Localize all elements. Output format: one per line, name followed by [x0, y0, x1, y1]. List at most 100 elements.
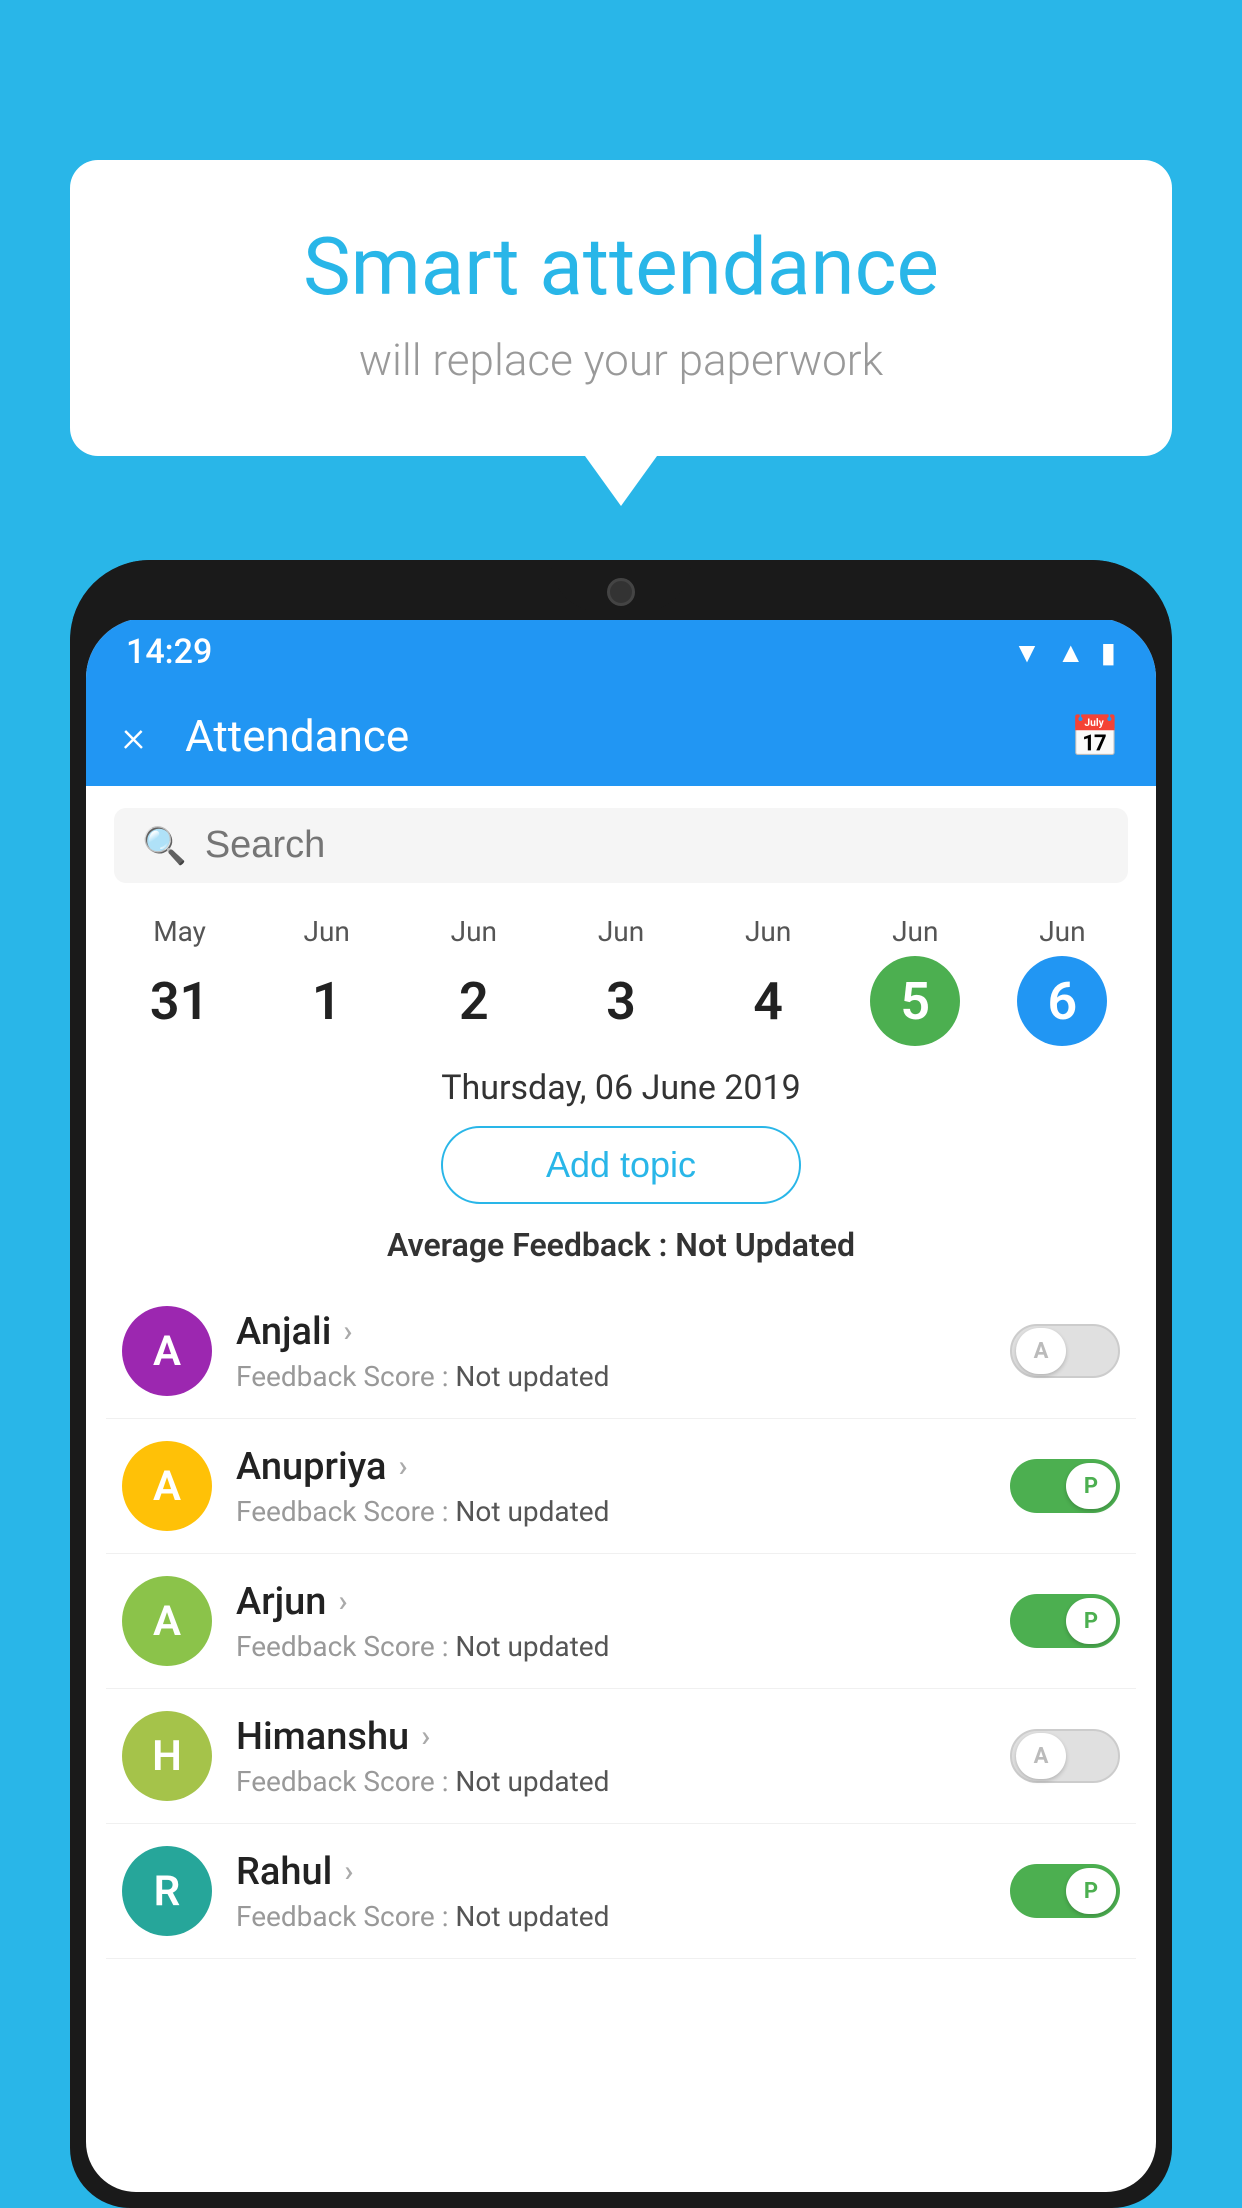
student-feedback: Feedback Score : Not updated [236, 1630, 986, 1663]
battery-icon: ▮ [1101, 636, 1116, 669]
add-topic-button[interactable]: Add topic [441, 1126, 801, 1204]
calendar-icon[interactable]: 📅 [1070, 713, 1120, 760]
chevron-right-icon: › [398, 1449, 407, 1484]
student-item: A Anupriya › Feedback Score : Not updated P [106, 1419, 1136, 1554]
toggle-switch[interactable]: P [1010, 1594, 1120, 1648]
date-number[interactable]: 1 [282, 956, 372, 1046]
student-name[interactable]: Arjun › [236, 1580, 986, 1624]
date-number[interactable]: 4 [723, 956, 813, 1046]
student-info: Arjun › Feedback Score : Not updated [236, 1580, 986, 1663]
speech-bubble-tail [585, 456, 657, 506]
close-button[interactable]: × [122, 714, 145, 758]
date-item[interactable]: Jun 5 [842, 915, 989, 1046]
date-item[interactable]: Jun 2 [400, 915, 547, 1046]
avatar: H [122, 1711, 212, 1801]
average-feedback: Average Feedback : Not Updated [86, 1226, 1156, 1284]
attendance-toggle[interactable]: P [1010, 1594, 1120, 1648]
attendance-toggle[interactable]: P [1010, 1459, 1120, 1513]
toggle-switch[interactable]: A [1010, 1729, 1120, 1783]
date-month: Jun [892, 915, 938, 948]
date-picker: May 31 Jun 1 Jun 2 Jun 3 Jun 4 Jun 5 Jun 6 [86, 905, 1156, 1056]
average-feedback-value: Not Updated [675, 1226, 855, 1264]
toggle-knob: A [1016, 1328, 1066, 1374]
attendance-toggle[interactable]: P [1010, 1864, 1120, 1918]
status-icons: ▼ ▲ ▮ [1013, 636, 1116, 669]
toggle-switch[interactable]: P [1010, 1459, 1120, 1513]
student-info: Rahul › Feedback Score : Not updated [236, 1850, 986, 1933]
avatar: A [122, 1441, 212, 1531]
speech-bubble-container: Smart attendance will replace your paper… [70, 160, 1172, 506]
status-bar: 14:29 ▼ ▲ ▮ [86, 618, 1156, 686]
date-item[interactable]: Jun 1 [253, 915, 400, 1046]
chevron-right-icon: › [338, 1584, 347, 1619]
date-number[interactable]: 3 [576, 956, 666, 1046]
student-item: H Himanshu › Feedback Score : Not updated A [106, 1689, 1136, 1824]
student-item: A Anjali › Feedback Score : Not updated A [106, 1284, 1136, 1419]
search-icon: 🔍 [142, 825, 187, 867]
average-feedback-label: Average Feedback : [387, 1226, 667, 1264]
student-name[interactable]: Anjali › [236, 1310, 986, 1354]
date-item[interactable]: Jun 6 [989, 915, 1136, 1046]
student-list: AAnjali ›Feedback Score : Not updatedAAA… [86, 1284, 1156, 1959]
date-month: Jun [451, 915, 497, 948]
avatar: A [122, 1576, 212, 1666]
date-month: Jun [1039, 915, 1085, 948]
attendance-toggle[interactable]: A [1010, 1324, 1120, 1378]
date-item[interactable]: Jun 3 [547, 915, 694, 1046]
date-number[interactable]: 31 [135, 956, 225, 1046]
avatar: R [122, 1846, 212, 1936]
student-feedback: Feedback Score : Not updated [236, 1360, 986, 1393]
notch [551, 560, 691, 612]
app-header: × Attendance 📅 [86, 686, 1156, 786]
selected-date-label: Thursday, 06 June 2019 [86, 1056, 1156, 1126]
toggle-knob: P [1066, 1598, 1116, 1644]
feedback-value: Not updated [455, 1630, 609, 1663]
student-info: Anupriya › Feedback Score : Not updated [236, 1445, 986, 1528]
student-item: R Rahul › Feedback Score : Not updated P [106, 1824, 1136, 1959]
feedback-value: Not updated [455, 1765, 609, 1798]
student-feedback: Feedback Score : Not updated [236, 1900, 986, 1933]
student-feedback: Feedback Score : Not updated [236, 1765, 986, 1798]
student-name[interactable]: Himanshu › [236, 1715, 986, 1759]
feedback-value: Not updated [455, 1360, 609, 1393]
student-info: Anjali › Feedback Score : Not updated [236, 1310, 986, 1393]
signal-icon: ▲ [1057, 636, 1085, 669]
chevron-right-icon: › [421, 1719, 430, 1754]
camera [607, 578, 635, 606]
search-bar[interactable]: 🔍 [114, 808, 1128, 883]
search-input[interactable] [205, 824, 1100, 867]
date-month: May [153, 915, 206, 948]
status-time: 14:29 [126, 632, 212, 672]
speech-bubble-subtitle: will replace your paperwork [150, 334, 1092, 386]
attendance-toggle[interactable]: A [1010, 1729, 1120, 1783]
student-item: A Arjun › Feedback Score : Not updated P [106, 1554, 1136, 1689]
date-number[interactable]: 5 [870, 956, 960, 1046]
avatar: A [122, 1306, 212, 1396]
student-info: Himanshu › Feedback Score : Not updated [236, 1715, 986, 1798]
speech-bubble-title: Smart attendance [150, 220, 1092, 314]
date-item[interactable]: May 31 [106, 915, 253, 1046]
chevron-right-icon: › [344, 1854, 353, 1889]
wifi-icon: ▼ [1013, 636, 1041, 669]
toggle-knob: P [1066, 1463, 1116, 1509]
speech-bubble: Smart attendance will replace your paper… [70, 160, 1172, 456]
student-name[interactable]: Rahul › [236, 1850, 986, 1894]
toggle-knob: A [1016, 1733, 1066, 1779]
phone-screen: 14:29 ▼ ▲ ▮ × Attendance 📅 🔍 May31Jun1Ju… [86, 618, 1156, 2192]
date-number[interactable]: 6 [1017, 956, 1107, 1046]
date-month: Jun [304, 915, 350, 948]
student-name[interactable]: Anupriya › [236, 1445, 986, 1489]
toggle-switch[interactable]: A [1010, 1324, 1120, 1378]
header-title: Attendance [185, 710, 1030, 762]
toggle-switch[interactable]: P [1010, 1864, 1120, 1918]
toggle-knob: P [1066, 1868, 1116, 1914]
feedback-value: Not updated [455, 1495, 609, 1528]
date-item[interactable]: Jun 4 [695, 915, 842, 1046]
feedback-value: Not updated [455, 1900, 609, 1933]
phone-frame: 14:29 ▼ ▲ ▮ × Attendance 📅 🔍 May31Jun1Ju… [70, 560, 1172, 2208]
date-month: Jun [598, 915, 644, 948]
chevron-right-icon: › [343, 1314, 352, 1349]
date-number[interactable]: 2 [429, 956, 519, 1046]
student-feedback: Feedback Score : Not updated [236, 1495, 986, 1528]
date-month: Jun [745, 915, 791, 948]
